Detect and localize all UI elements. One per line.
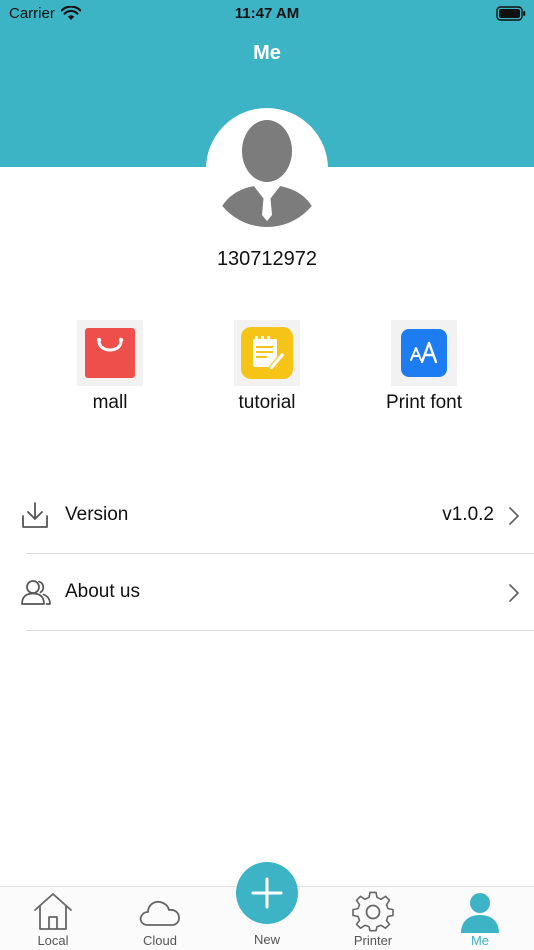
mall-tile[interactable] (77, 320, 143, 386)
quick-action-tutorial[interactable]: tutorial (197, 320, 337, 414)
version-row[interactable]: Version v1.0.2 (0, 477, 534, 554)
divider (26, 630, 534, 631)
tab-me-label: Me (470, 933, 490, 948)
home-icon (34, 893, 72, 930)
battery-icon (496, 6, 526, 21)
gear-icon (352, 891, 394, 932)
new-button[interactable] (236, 862, 298, 924)
tab-new-label: New (253, 932, 280, 947)
chevron-right-icon (509, 507, 519, 525)
tab-printer[interactable]: Printer (323, 887, 423, 950)
tab-local-label: Local (37, 933, 69, 948)
tab-printer-label: Printer (353, 933, 393, 948)
status-time: 11:47 AM (234, 5, 300, 22)
person-icon (461, 893, 499, 933)
default-avatar-icon (209, 111, 325, 227)
tab-me[interactable]: Me (430, 887, 530, 950)
mall-label: mall (92, 392, 128, 413)
users-icon (21, 580, 51, 605)
print-font-tile[interactable] (391, 320, 457, 386)
cloud-icon (139, 900, 180, 926)
version-label: Version (65, 504, 129, 525)
about-us-label: About us (65, 581, 140, 602)
tutorial-label: tutorial (238, 392, 296, 413)
version-value: v1.0.2 (442, 504, 494, 525)
notepad-pen-icon (241, 327, 293, 379)
avatar[interactable] (206, 108, 328, 230)
download-icon (22, 502, 48, 528)
tutorial-tile[interactable] (234, 320, 300, 386)
plus-icon (251, 877, 283, 909)
shopping-bag-icon (85, 328, 135, 378)
username: 130712972 (216, 248, 318, 270)
tab-cloud[interactable]: Cloud (110, 887, 210, 950)
font-size-icon (401, 329, 447, 377)
page-title: Me (253, 42, 281, 64)
tab-cloud-label: Cloud (143, 933, 177, 948)
quick-action-print-font[interactable]: Print font (354, 320, 494, 414)
tab-local[interactable]: Local (3, 887, 103, 950)
chevron-right-icon (509, 584, 519, 602)
quick-action-mall[interactable]: mall (40, 320, 180, 414)
about-us-row[interactable]: About us (0, 554, 534, 631)
status-bar: Carrier 11:47 AM (0, 0, 534, 28)
print-font-label: Print font (385, 392, 463, 413)
